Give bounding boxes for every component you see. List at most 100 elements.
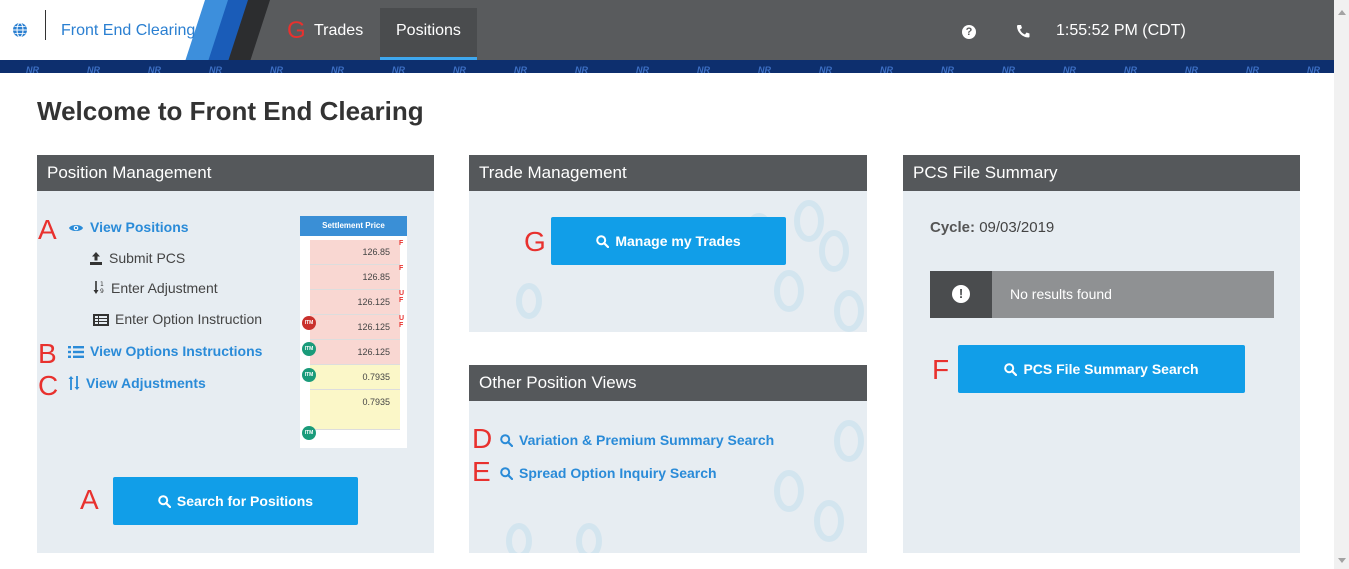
no-results-alert: ! No results found [930, 271, 1274, 318]
band-label: NR [758, 65, 771, 73]
top-navigation-bar: Front End Clearing G Trades Positions ? … [0, 0, 1334, 60]
app-title-link[interactable]: Front End Clearing [61, 22, 195, 40]
submit-pcs-link[interactable]: Submit PCS [89, 250, 185, 266]
annotation-marker-e: E [472, 456, 491, 487]
band-label: NR [87, 65, 100, 73]
view-adjustments-label: View Adjustments [86, 375, 206, 391]
annotation-marker-b: B [38, 338, 57, 369]
enter-adjustment-link[interactable]: 1 9 Enter Adjustment [93, 280, 218, 296]
brand-divider [45, 10, 46, 40]
alert-icon-box: ! [930, 271, 992, 318]
thumbnail-row: 126.125 [310, 315, 400, 340]
band-label: NR [270, 65, 283, 73]
submit-pcs-label: Submit PCS [109, 250, 186, 266]
band-label: NR [880, 65, 893, 73]
annotation-marker-f: F [932, 354, 950, 385]
annotation-marker-g: G [524, 226, 546, 257]
enter-option-instruction-label: Enter Option Instruction [115, 311, 263, 327]
thumbnail-header: Settlement Price [300, 216, 407, 236]
svg-text:1: 1 [100, 281, 104, 288]
thumbnail-row: 126.125 [310, 340, 400, 365]
upload-icon [90, 252, 102, 265]
band-label: NR [1307, 65, 1320, 73]
brand-pattern-band: NR NR NR NR NR NR NR NR NR NR NR NR NR NR NR NR NR NR NR NR… [0, 60, 1334, 73]
pcs-file-summary-title: PCS File Summary [903, 155, 1300, 191]
search-icon [596, 235, 610, 248]
exclamation-icon: ! [952, 285, 970, 303]
band-label: NR [1246, 65, 1259, 73]
itm-badge-icon: ITM [302, 316, 316, 330]
thumbnail-side-mark: F [399, 265, 404, 272]
view-options-instructions-link[interactable]: View Options Instructions [68, 343, 262, 359]
variation-premium-summary-search-label: Variation & Premium Summary Search [519, 432, 775, 448]
view-positions-label: View Positions [90, 219, 189, 235]
annotation-marker-g-nav: G [287, 17, 306, 44]
search-icon [1004, 363, 1018, 376]
position-management-title: Position Management [37, 155, 434, 191]
band-label: NR [514, 65, 527, 73]
itm-badge-icon: ITM [302, 368, 316, 382]
search-for-positions-label: Search for Positions [176, 493, 314, 509]
scroll-down-arrow-icon[interactable] [1338, 558, 1346, 563]
cycle-info: Cycle: 09/03/2019 [930, 219, 1054, 236]
thumbnail-row: 126.85 [310, 240, 400, 265]
annotation-marker-a-button: A [80, 484, 99, 515]
thumbnail-row: 0.7935 [310, 390, 400, 430]
itm-badge-icon: ITM [302, 426, 316, 440]
itm-badge-icon: ITM [302, 342, 316, 356]
enter-option-instruction-link[interactable]: Enter Option Instruction [93, 311, 262, 327]
cycle-value: 09/03/2019 [979, 219, 1055, 236]
help-icon[interactable]: ? [962, 25, 976, 39]
band-label: NR [392, 65, 405, 73]
band-label: NR [331, 65, 344, 73]
other-position-views-panel: Other Position Views [469, 365, 867, 553]
band-label: NR [636, 65, 649, 73]
vertical-scrollbar[interactable] [1334, 0, 1349, 569]
thumbnail-row: 0.7935 [310, 365, 400, 390]
band-label: NR [453, 65, 466, 73]
thumbnail-side-mark: U F [399, 290, 405, 304]
eye-icon [69, 225, 83, 231]
annotation-marker-c: C [38, 370, 59, 401]
cycle-label: Cycle: [930, 219, 976, 236]
list-alt-icon [93, 314, 109, 326]
spread-option-inquiry-search-label: Spread Option Inquiry Search [519, 465, 717, 481]
sort-numeric-icon: 1 9 [93, 281, 104, 295]
view-options-instructions-label: View Options Instructions [90, 343, 263, 359]
sort-arrows-icon [68, 376, 80, 390]
band-label: NR [1002, 65, 1015, 73]
thumbnail-row: 126.85 [310, 265, 400, 290]
phone-icon[interactable] [1015, 23, 1031, 39]
band-label: NR [148, 65, 161, 73]
band-label: NR [26, 65, 39, 73]
spread-option-inquiry-search-link[interactable]: Spread Option Inquiry Search [500, 465, 717, 481]
band-label: NR [209, 65, 222, 73]
band-label: NR [697, 65, 710, 73]
alert-message: No results found [1010, 286, 1112, 302]
manage-my-trades-label: Manage my Trades [615, 233, 741, 249]
band-label: NR [1063, 65, 1076, 73]
variation-premium-summary-search-link[interactable]: Variation & Premium Summary Search [500, 432, 774, 448]
scroll-up-arrow-icon[interactable] [1338, 10, 1346, 15]
other-position-views-title: Other Position Views [469, 365, 867, 401]
band-label: NR [941, 65, 954, 73]
search-icon [500, 467, 513, 480]
search-for-positions-button[interactable]: Search for Positions [113, 477, 358, 525]
trade-management-title: Trade Management [469, 155, 867, 191]
annotation-marker-d: D [472, 423, 493, 454]
band-label: NR [1185, 65, 1198, 73]
nav-tab-trades[interactable]: Trades [314, 22, 363, 40]
globe-icon[interactable] [12, 22, 28, 38]
search-icon [500, 434, 513, 447]
band-label: NR [1124, 65, 1137, 73]
view-positions-link[interactable]: View Positions [68, 219, 189, 235]
manage-my-trades-button[interactable]: Manage my Trades [551, 217, 786, 265]
annotation-marker-a: A [38, 214, 57, 245]
thumbnail-side-mark: F [399, 240, 404, 247]
settlement-price-thumbnail: Settlement Price 126.85 126.85 126.125 1… [300, 216, 407, 448]
enter-adjustment-label: Enter Adjustment [111, 280, 218, 296]
pcs-file-summary-search-button[interactable]: PCS File Summary Search [958, 345, 1245, 393]
nav-tab-positions[interactable]: Positions [380, 8, 477, 60]
svg-text:9: 9 [100, 288, 104, 295]
view-adjustments-link[interactable]: View Adjustments [68, 375, 206, 391]
